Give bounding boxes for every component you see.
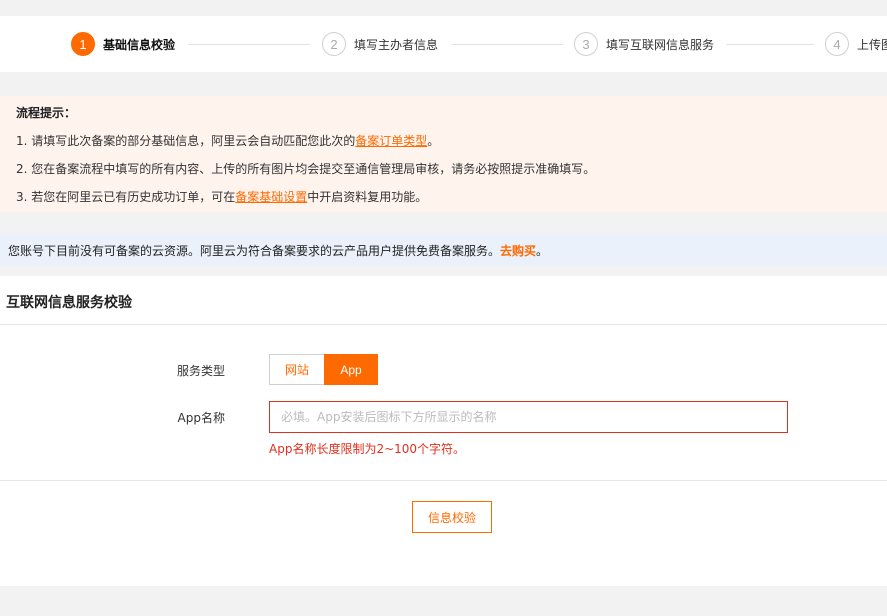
step-2-number: 2 (322, 32, 346, 56)
step-1: 1 基础信息校验 (71, 32, 175, 56)
buy-link[interactable]: 去购买 (500, 242, 536, 259)
tips-title: 流程提示： (16, 106, 77, 120)
tip-line-3: 3. 若您在阿里云已有历史成功订单，可在备案基础设置中开启资料复用功能。 (16, 190, 871, 204)
step-connector (188, 44, 310, 45)
step-3-number: 3 (574, 32, 598, 56)
notice-text: 您账号下目前没有可备案的云资源。阿里云为符合备案要求的云产品用户提供免费备案服务… (8, 243, 501, 258)
step-3: 3 填写互联网信息服务 (574, 32, 714, 56)
step-4-label: 上传图 (857, 37, 887, 52)
step-1-label: 基础信息校验 (103, 37, 176, 52)
order-type-link[interactable]: 备案订单类型 (355, 134, 427, 148)
step-1-number: 1 (71, 32, 95, 56)
service-option-app[interactable]: App (324, 354, 378, 385)
process-tips: 流程提示： 1. 请填写此次备案的部分基础信息，阿里云会自动匹配您此次的备案订单… (0, 96, 887, 212)
verify-info-button[interactable]: 信息校验 (412, 501, 492, 533)
tip-3-suffix: 中开启资料复用功能。 (307, 190, 428, 204)
step-2: 2 填写主办者信息 (322, 32, 438, 56)
step-progress-bar: 1 基础信息校验 2 填写主办者信息 3 填写互联网信息服务 4 上传图 (0, 16, 887, 72)
filing-settings-link[interactable]: 备案基础设置 (235, 190, 307, 204)
notice-suffix: 。 (536, 243, 549, 258)
divider (0, 480, 887, 481)
app-name-label: App名称 (177, 411, 225, 425)
tip-1-text: 1. 请填写此次备案的部分基础信息，阿里云会自动匹配您此次的 (16, 134, 356, 148)
tip-2-text: 2. 您在备案流程中填写的所有内容、上传的所有图片均会提交至通信管理局审核，请务… (16, 162, 596, 176)
tip-line-2: 2. 您在备案流程中填写的所有内容、上传的所有图片均会提交至通信管理局审核，请务… (16, 162, 871, 176)
panel-title: 互联网信息服务校验 (6, 295, 132, 311)
divider (0, 324, 887, 325)
step-4-number: 4 (825, 32, 849, 56)
service-verification-panel: 互联网信息服务校验 服务类型 网站 App App名称 App名称长度限制为2~… (0, 276, 887, 586)
tip-1-suffix: 。 (427, 134, 440, 148)
step-3-label: 填写互联网信息服务 (606, 37, 715, 52)
app-name-error: App名称长度限制为2~100个字符。 (269, 442, 466, 456)
service-type-selector: 网站 App (269, 354, 378, 385)
app-name-input[interactable] (269, 401, 788, 433)
resource-notice: 您账号下目前没有可备案的云资源。阿里云为符合备案要求的云产品用户提供免费备案服务… (0, 234, 887, 266)
tip-3-text: 3. 若您在阿里云已有历史成功订单，可在 (16, 190, 236, 204)
step-2-label: 填写主办者信息 (354, 37, 439, 52)
service-option-website[interactable]: 网站 (269, 354, 324, 385)
tip-line-1: 1. 请填写此次备案的部分基础信息，阿里云会自动匹配您此次的备案订单类型。 (16, 134, 871, 148)
step-4: 4 上传图 (825, 32, 887, 56)
step-connector (726, 44, 814, 45)
service-type-label: 服务类型 (176, 364, 225, 378)
step-connector (451, 44, 563, 45)
